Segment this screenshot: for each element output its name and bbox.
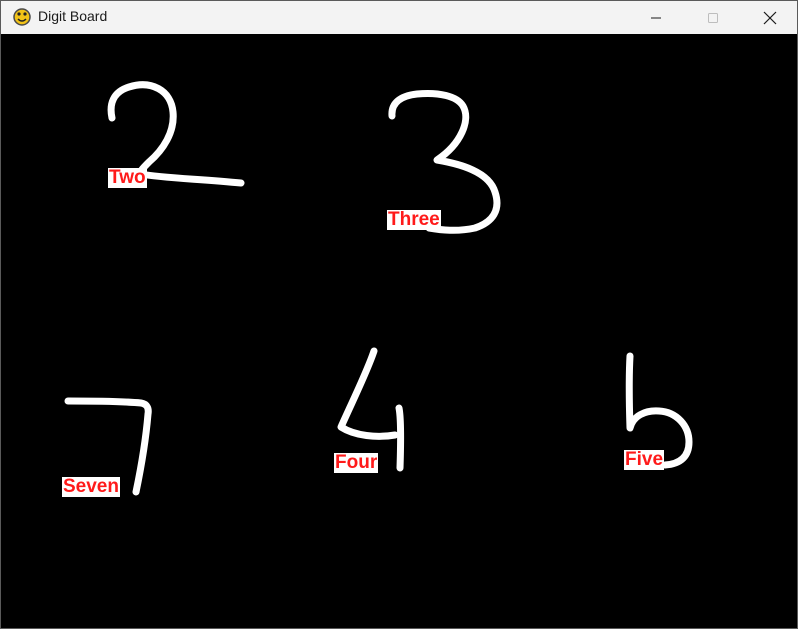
close-icon [763, 11, 777, 24]
digit-strokes [64, 81, 693, 496]
drawing-canvas[interactable]: Two Three Seven Four Five [1, 34, 797, 628]
minimize-button[interactable] [633, 1, 679, 34]
label-five: Five [624, 449, 665, 470]
maximize-button[interactable] [690, 1, 736, 34]
window-title: Digit Board [38, 8, 108, 24]
app-window: Digit Board Two Three Seven Four Five [0, 0, 798, 629]
close-button[interactable] [747, 1, 793, 34]
python-snake-icon [12, 7, 32, 27]
digit-stroke-four-post [395, 404, 405, 472]
minimize-icon [651, 17, 661, 18]
label-seven: Seven [62, 476, 120, 497]
digit-stroke-four [337, 347, 399, 440]
label-two: Two [108, 167, 147, 188]
title-bar[interactable]: Digit Board [1, 1, 797, 34]
label-four: Four [334, 452, 379, 473]
maximize-icon [708, 12, 718, 23]
label-three: Three [387, 209, 441, 230]
